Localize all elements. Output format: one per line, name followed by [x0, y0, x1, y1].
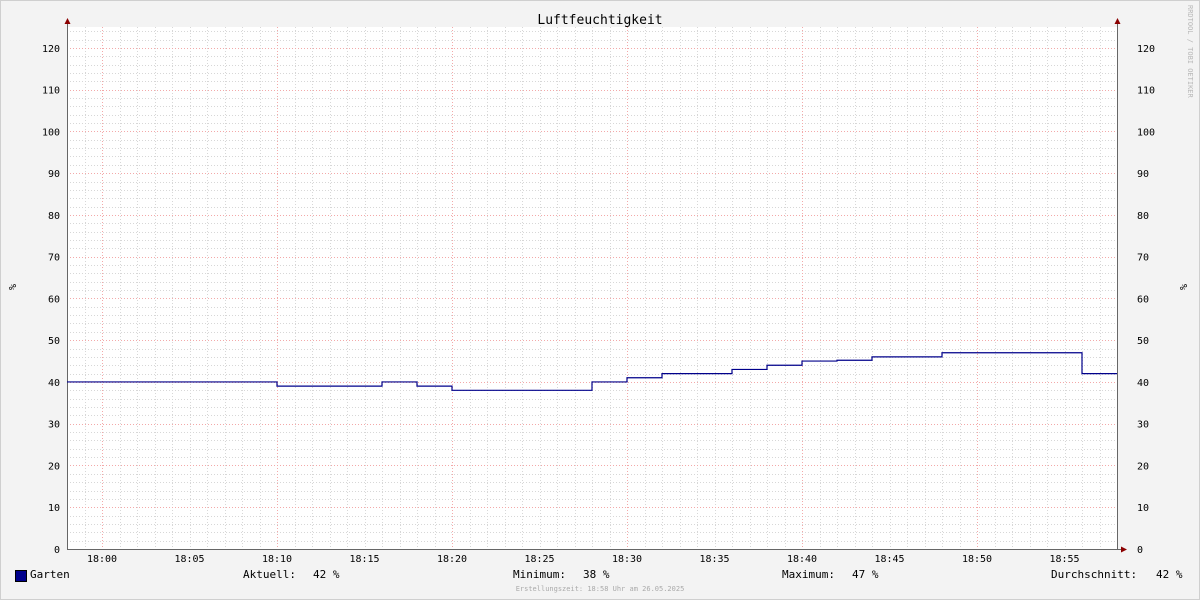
y-tick-label-left: 60 — [48, 294, 60, 305]
x-tick-label: 18:15 — [349, 554, 379, 565]
y-tick-label-left: 90 — [48, 169, 60, 180]
x-tick-label: 18:45 — [874, 554, 904, 565]
y-tick-label-right: 120 — [1137, 44, 1155, 55]
x-tick-label: 18:40 — [787, 554, 817, 565]
legend-avg-label: Durchschnitt: — [1051, 568, 1138, 581]
y-tick-label-left: 70 — [48, 253, 60, 264]
y-tick-label-right: 10 — [1137, 503, 1149, 514]
y-tick-label-left: 50 — [48, 336, 60, 347]
x-tick-label: 18:20 — [437, 554, 467, 565]
y-tick-label-right: 90 — [1137, 169, 1149, 180]
y-axis-label-left: % — [6, 284, 17, 290]
watermark: RRDTOOL / TOBI OETIKER — [1186, 5, 1194, 99]
x-tick-label: 18:05 — [174, 554, 204, 565]
y-tick-label-right: 0 — [1137, 545, 1143, 556]
y-axis-right-arrow — [1114, 18, 1121, 24]
y-axis-left-arrow — [64, 18, 71, 24]
y-tick-label-left: 100 — [42, 127, 60, 138]
y-tick-label-right: 30 — [1137, 420, 1149, 431]
legend-current-value: 42 % — [313, 568, 340, 581]
y-tick-label-right: 50 — [1137, 336, 1149, 347]
y-tick-label-left: 110 — [42, 86, 60, 97]
y-tick-label-left: 20 — [48, 461, 60, 472]
y-tick-label-left: 120 — [42, 44, 60, 55]
legend: Garten Aktuell: 42 % Minimum: 38 % Maxim… — [0, 568, 1200, 584]
y-tick-label-left: 30 — [48, 420, 60, 431]
y-tick-label-right: 20 — [1137, 461, 1149, 472]
y-tick-label-right: 40 — [1137, 378, 1149, 389]
legend-max-value: 47 % — [852, 568, 879, 581]
y-tick-label-left: 80 — [48, 211, 60, 222]
y-tick-label-right: 70 — [1137, 253, 1149, 264]
x-tick-label: 18:55 — [1049, 554, 1079, 565]
x-tick-label: 18:10 — [262, 554, 292, 565]
x-axis-arrow — [1121, 546, 1127, 553]
x-tick-label: 18:25 — [524, 554, 554, 565]
y-tick-label-right: 80 — [1137, 211, 1149, 222]
x-tick-label: 18:00 — [87, 554, 117, 565]
legend-avg-value: 42 % — [1156, 568, 1183, 581]
y-tick-label-left: 40 — [48, 378, 60, 389]
y-tick-label-right: 100 — [1137, 127, 1155, 138]
y-tick-label-left: 10 — [48, 503, 60, 514]
x-tick-label: 18:30 — [612, 554, 642, 565]
legend-current-label: Aktuell: — [243, 568, 296, 581]
y-tick-label-left: 0 — [54, 545, 60, 556]
y-axis-label-right: % — [1177, 284, 1188, 290]
x-tick-label: 18:35 — [699, 554, 729, 565]
legend-max-label: Maximum: — [782, 568, 835, 581]
x-tick-label: 18:50 — [962, 554, 992, 565]
footer-timestamp: Erstellungszeit: 18:58 Uhr am 26.05.2025 — [515, 585, 685, 593]
y-tick-label-right: 60 — [1137, 294, 1149, 305]
legend-min-label: Minimum: — [513, 568, 566, 581]
legend-min-value: 38 % — [583, 568, 610, 581]
legend-swatch — [15, 570, 27, 582]
y-tick-label-right: 110 — [1137, 86, 1155, 97]
legend-series-name: Garten — [30, 568, 70, 581]
humidity-chart: Luftfeuchtigkeit RRDTOOL / TOBI OETIKER … — [6, 5, 1194, 565]
chart-title: Luftfeuchtigkeit — [537, 13, 662, 28]
